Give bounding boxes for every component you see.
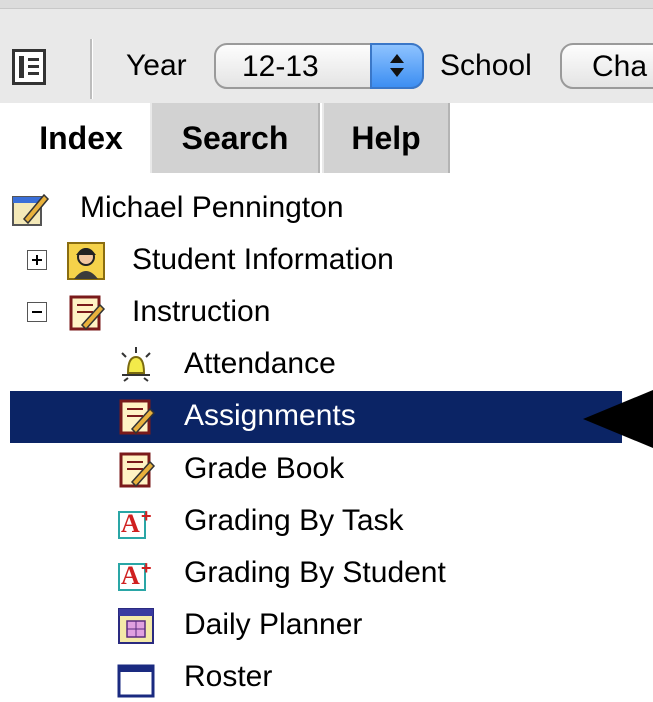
student-icon (67, 242, 105, 280)
school-value: Cha (592, 50, 648, 83)
school-label: School (440, 49, 532, 82)
tree-item-label: Assignments (184, 399, 356, 432)
toolbar: Year 12-13 School Cha (0, 9, 653, 103)
pointer-arrow-icon (583, 390, 653, 448)
chevron-up-icon (390, 54, 404, 63)
tree-item-grading-by-student[interactable]: A + Grading By Student (0, 548, 653, 598)
toolbar-separator (90, 39, 93, 99)
index-panel-icon[interactable] (12, 49, 46, 85)
tree-item-label: Grading By Student (184, 556, 446, 589)
school-select[interactable]: Cha (560, 43, 653, 89)
tree-item-assignments[interactable]: Assignments (0, 391, 653, 443)
tree-item-grading-by-task[interactable]: A + Grading By Task (0, 496, 653, 546)
tree-item-label: Daily Planner (184, 608, 363, 641)
attendance-bell-icon (121, 347, 151, 382)
collapse-minus-icon[interactable] (27, 302, 47, 322)
tree-item-label: Grade Book (184, 452, 345, 485)
calendar-icon (118, 608, 154, 644)
svg-text:A: A (121, 509, 140, 538)
chevron-down-icon (390, 68, 404, 77)
window-top-border (0, 0, 653, 9)
year-stepper[interactable] (370, 43, 424, 89)
tree-item-attendance[interactable]: Attendance (0, 339, 653, 389)
tree-item-label: Student Information (132, 243, 394, 276)
tree-item-label: Grading By Task (184, 504, 404, 537)
tree-item-label: Instruction (132, 295, 271, 328)
notebook-icon (69, 295, 106, 331)
grade-a-plus-icon: A + (118, 558, 152, 591)
tree-root[interactable]: Michael Pennington (0, 183, 653, 233)
notebook-icon (119, 399, 156, 435)
tree-item-daily-planner[interactable]: Daily Planner (0, 600, 653, 650)
svg-text:+: + (141, 506, 152, 526)
tree-root-label: Michael Pennington (80, 191, 344, 224)
tree-item-grade-book[interactable]: Grade Book (0, 444, 653, 494)
tab-index[interactable]: Index (16, 103, 146, 173)
tree-item-roster[interactable]: Roster (0, 652, 653, 702)
svg-text:+: + (141, 558, 152, 578)
year-select[interactable]: 12-13 (214, 43, 424, 89)
year-label: Year (126, 49, 187, 82)
tree-item-label: Attendance (184, 347, 336, 380)
tree-item-label: Roster (184, 660, 273, 693)
tree-item-student-information[interactable]: Student Information (0, 235, 653, 285)
tab-help[interactable]: Help (322, 103, 450, 173)
svg-text:A: A (121, 561, 140, 590)
index-tree: Michael Pennington Student Information I… (0, 173, 653, 698)
edit-notebook-icon (12, 193, 50, 226)
tree-item-instruction[interactable]: Instruction (0, 287, 653, 337)
grade-a-plus-icon: A + (118, 506, 152, 539)
tab-search[interactable]: Search (150, 103, 320, 173)
year-value: 12-13 (242, 50, 319, 83)
roster-icon (117, 664, 155, 698)
notebook-icon (119, 452, 156, 488)
tab-bar: Index Search Help (0, 103, 653, 173)
expand-plus-icon[interactable] (27, 250, 47, 270)
